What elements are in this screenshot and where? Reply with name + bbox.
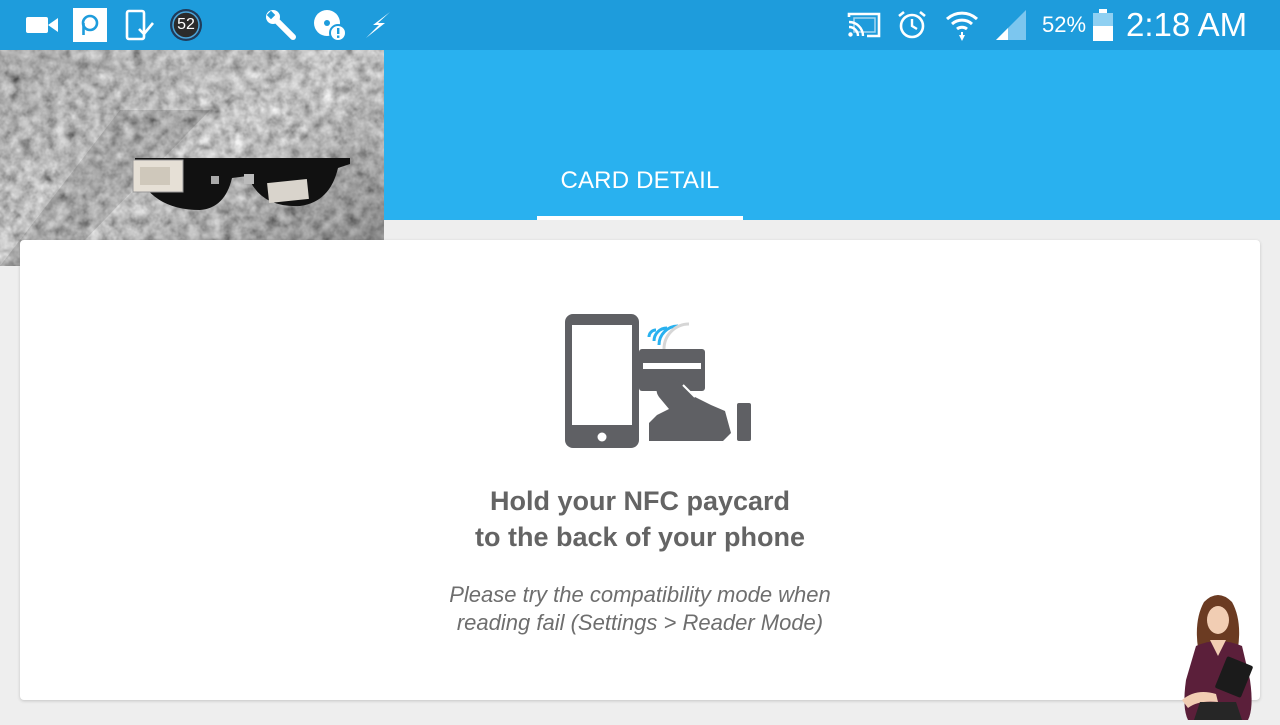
- alarm-icon: [895, 8, 929, 42]
- nfc-instruction-card: Hold your NFC paycard to the back of you…: [20, 240, 1260, 700]
- clock-time: 2:18 AM: [1126, 6, 1248, 43]
- notification-badge-count: 52: [177, 16, 195, 33]
- hint-line-2: reading fail (Settings > Reader Mode): [456, 610, 824, 635]
- cast-icon: [846, 8, 882, 42]
- wrench-icon: [264, 8, 298, 42]
- compatibility-mode-hint: Please try the compatibility mode when r…: [20, 581, 1260, 637]
- flash-icon: [362, 8, 394, 42]
- app-p-icon[interactable]: [73, 8, 107, 42]
- phone-download-icon: [122, 8, 156, 42]
- signal-icon: [993, 8, 1029, 42]
- alert-disc-icon: [312, 8, 348, 42]
- hint-line-1: Please try the compatibility mode when: [449, 582, 831, 607]
- tab-selected-indicator: [537, 216, 743, 220]
- battery-percent: 52%: [1042, 12, 1087, 37]
- assistant-avatar[interactable]: [1166, 590, 1266, 720]
- nfc-tap-phone-icon: [563, 305, 763, 455]
- tab-card-detail-label: CARD DETAIL: [560, 167, 720, 194]
- nfc-instruction-headline: Hold your NFC paycard to the back of you…: [474, 486, 805, 552]
- tab-card-detail[interactable]: CARD DETAIL: [537, 150, 743, 220]
- wifi-icon: [944, 8, 980, 42]
- badge-52-icon: 52: [168, 8, 204, 42]
- camera-preview-overlay: [0, 50, 384, 266]
- status-bar: 52 52% 2:18 AM: [0, 0, 1280, 50]
- video-camera-icon: [24, 8, 60, 42]
- battery-icon: [1090, 8, 1116, 42]
